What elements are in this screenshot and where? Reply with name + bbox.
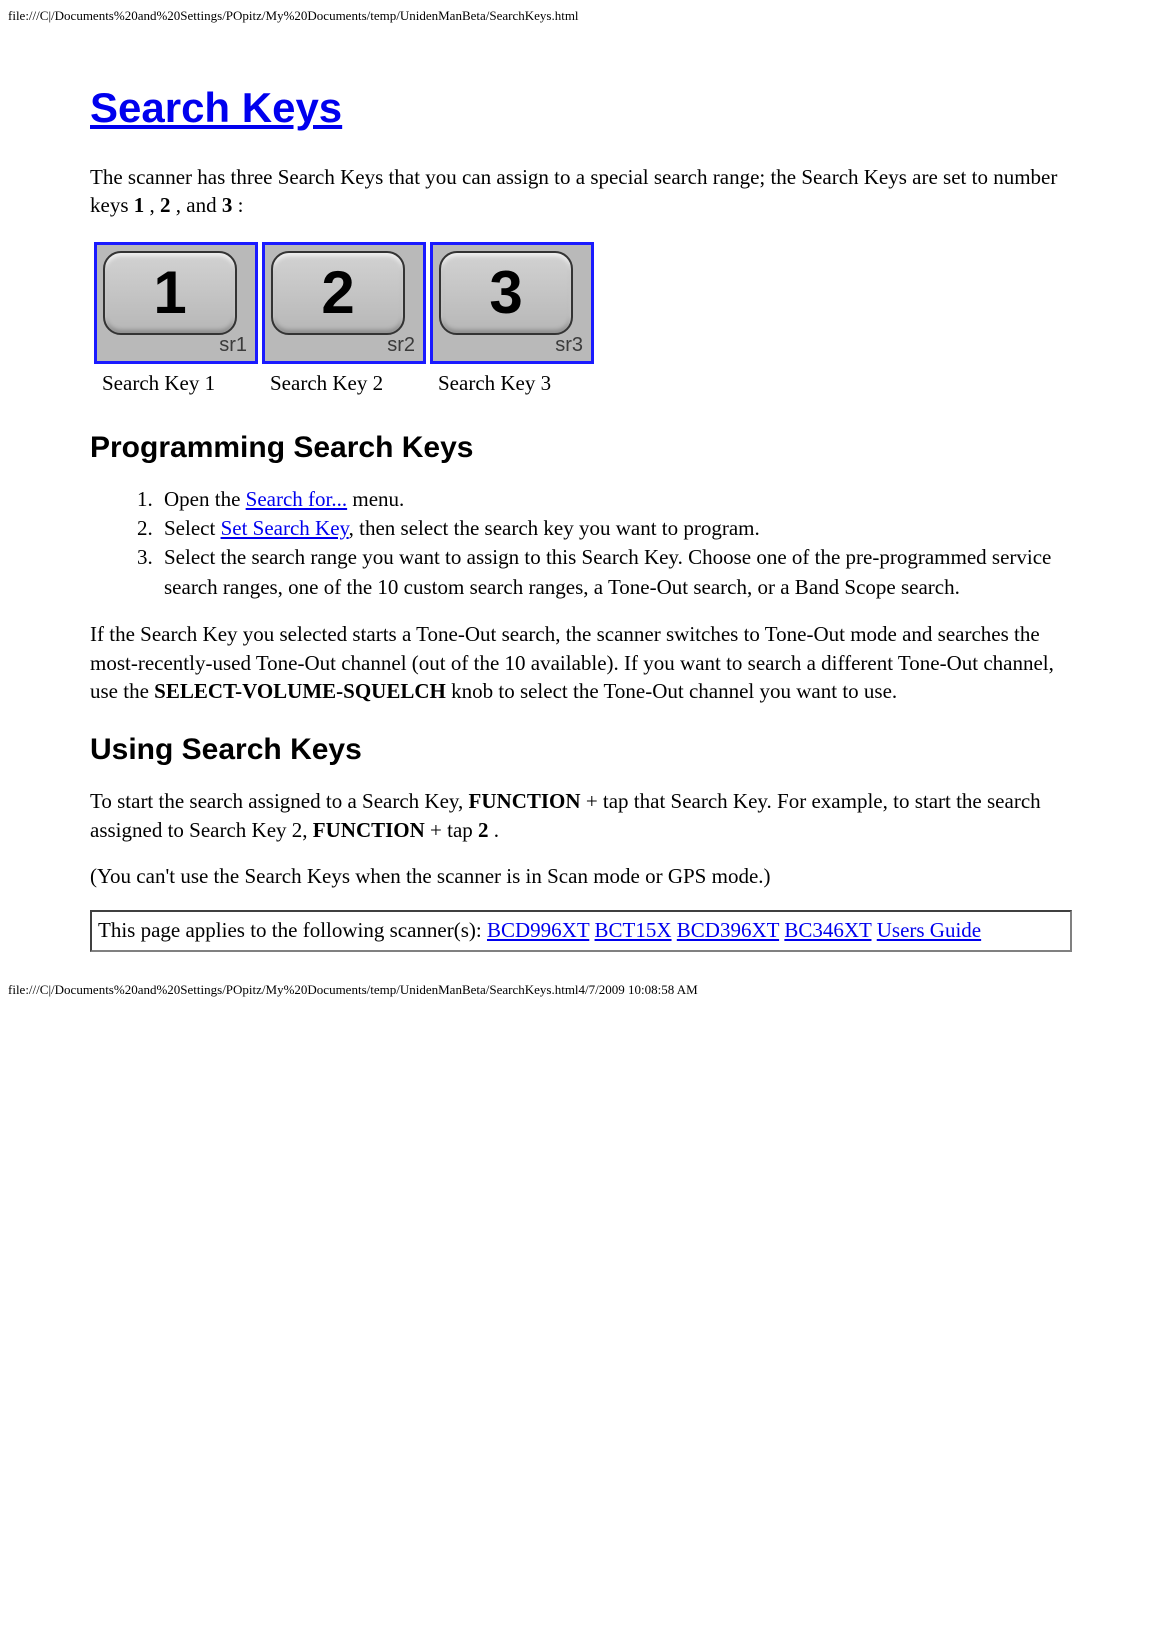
key-image-3: 3 sr3: [430, 242, 594, 364]
page-content: Search Keys The scanner has three Search…: [0, 24, 1162, 952]
keycap-1: 1: [103, 251, 237, 335]
keycap-3: 3: [439, 251, 573, 335]
key-caption-1: Search Key 1: [94, 368, 258, 399]
users-guide-link[interactable]: Users Guide: [877, 918, 981, 942]
programming-steps: Open the Search for... menu. Select Set …: [90, 485, 1072, 603]
step-text: Select: [164, 516, 221, 540]
function-bold: FUNCTION: [469, 789, 581, 813]
list-item: Select Set Search Key, then select the s…: [158, 514, 1072, 543]
search-for-link[interactable]: Search for...: [246, 487, 347, 511]
key-2-bold: 2: [478, 818, 489, 842]
programming-heading: Programming Search Keys: [90, 431, 1072, 465]
intro-text: , and: [171, 193, 222, 217]
intro-bold-1: 1: [134, 193, 145, 217]
tone-out-text: knob to select the Tone-Out channel you …: [446, 679, 897, 703]
intro-bold-2: 2: [160, 193, 171, 217]
using-text: .: [489, 818, 500, 842]
applies-to-box: This page applies to the following scann…: [90, 910, 1072, 951]
applies-prefix: This page applies to the following scann…: [98, 918, 487, 942]
scanner-link-bct15x[interactable]: BCT15X: [595, 918, 672, 942]
function-bold: FUNCTION: [313, 818, 425, 842]
sr-label-1: sr1: [219, 334, 247, 357]
table-row-captions: Search Key 1 Search Key 2 Search Key 3: [94, 368, 594, 399]
key-image-1: 1 sr1: [94, 242, 258, 364]
list-item: Select the search range you want to assi…: [158, 543, 1072, 602]
page-title-heading: Search Keys: [90, 84, 1072, 133]
sr-label-3: sr3: [555, 334, 583, 357]
list-item: Open the Search for... menu.: [158, 485, 1072, 514]
using-paragraph: To start the search assigned to a Search…: [90, 787, 1072, 844]
step-text: menu.: [347, 487, 404, 511]
keycap-2: 2: [271, 251, 405, 335]
keycap-number: 1: [153, 258, 186, 327]
table-row-images: 1 sr1 2 sr2 3 sr3: [94, 242, 594, 364]
step-text: , then select the search key you want to…: [349, 516, 760, 540]
scanner-link-bcd996xt[interactable]: BCD996XT: [487, 918, 589, 942]
key-image-2: 2 sr2: [262, 242, 426, 364]
using-text: To start the search assigned to a Search…: [90, 789, 469, 813]
intro-paragraph: The scanner has three Search Keys that y…: [90, 163, 1072, 220]
scanner-link-bcd396xt[interactable]: BCD396XT: [677, 918, 779, 942]
set-search-key-link[interactable]: Set Search Key: [221, 516, 349, 540]
page-title-link[interactable]: Search Keys: [90, 84, 342, 131]
keycap-number: 3: [489, 258, 522, 327]
using-text: + tap: [425, 818, 478, 842]
select-volume-squelch-bold: SELECT-VOLUME-SQUELCH: [154, 679, 446, 703]
search-keys-table: 1 sr1 2 sr2 3 sr3 Search Key 1 Search Ke…: [90, 238, 598, 403]
tone-out-paragraph: If the Search Key you selected starts a …: [90, 620, 1072, 705]
note-paragraph: (You can't use the Search Keys when the …: [90, 862, 1072, 890]
scanner-link-bc346xt[interactable]: BC346XT: [784, 918, 871, 942]
file-path-footer: file:///C|/Documents%20and%20Settings/PO…: [0, 952, 1162, 1006]
sr-label-2: sr2: [387, 334, 415, 357]
intro-bold-3: 3: [222, 193, 233, 217]
key-caption-2: Search Key 2: [262, 368, 426, 399]
key-caption-3: Search Key 3: [430, 368, 594, 399]
keycap-number: 2: [321, 258, 354, 327]
intro-text: :: [232, 193, 243, 217]
step-text: Open the: [164, 487, 246, 511]
using-heading: Using Search Keys: [90, 733, 1072, 767]
file-path-header: file:///C|/Documents%20and%20Settings/PO…: [0, 0, 1162, 24]
intro-text: ,: [144, 193, 160, 217]
